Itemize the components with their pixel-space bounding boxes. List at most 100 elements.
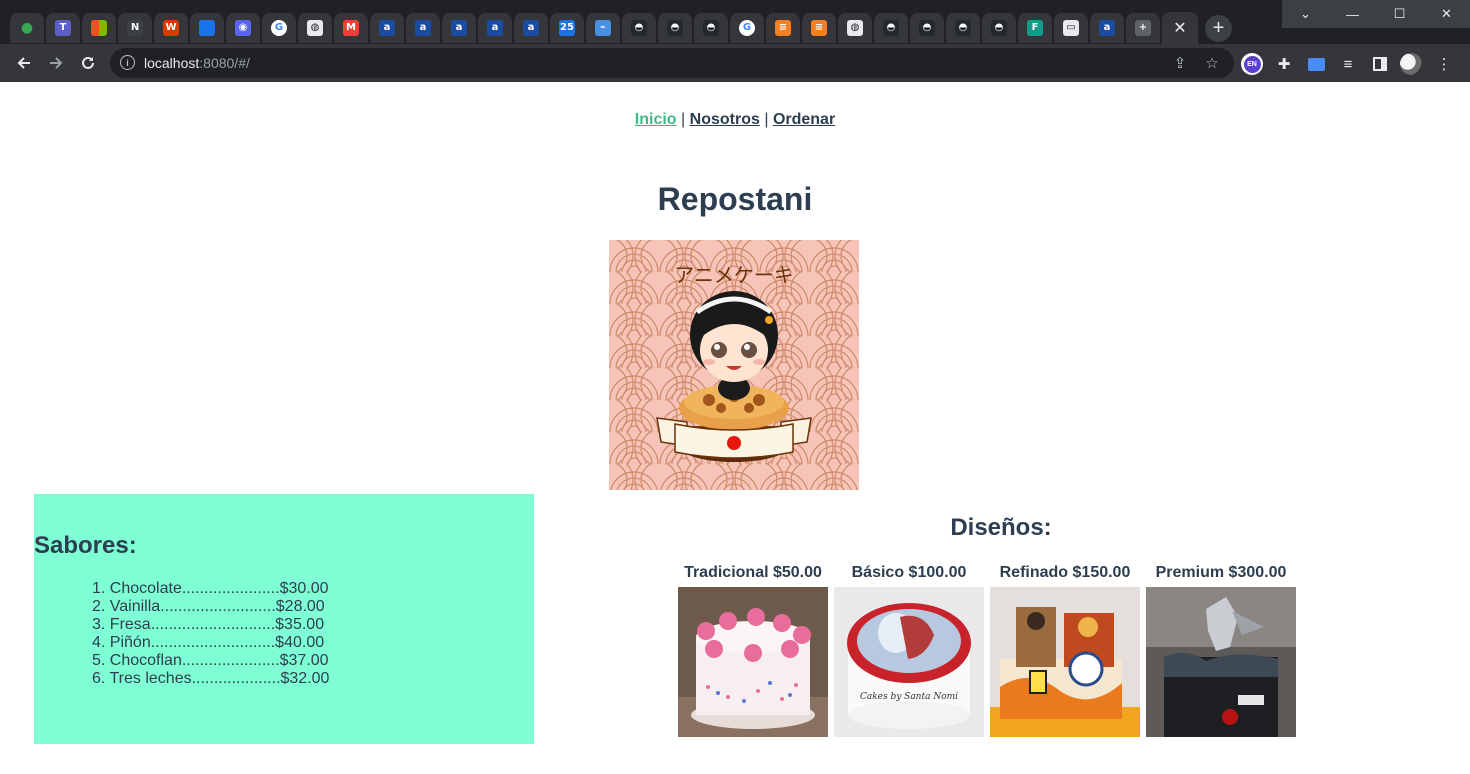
design-label: Refinado $150.00 (999, 564, 1131, 581)
browser-tab[interactable] (190, 13, 224, 43)
figma-icon: F (1027, 20, 1043, 36)
browser-tab[interactable]: a (370, 13, 404, 43)
nav-separator: | (764, 111, 769, 128)
window-icon: ▭ (1063, 20, 1079, 36)
browser-tab[interactable]: ◓ (874, 13, 908, 43)
browser-tab[interactable]: a (1090, 13, 1124, 43)
site-info-icon[interactable]: i (120, 55, 135, 70)
profile-extension-icon[interactable]: EN (1241, 53, 1263, 75)
designs-gallery: Tradicional $50.00 Básico $100.00 Cakes … (675, 564, 1299, 737)
sabores-title: Sabores: (34, 532, 137, 559)
browser-tab[interactable]: a (514, 13, 548, 43)
browser-tab[interactable]: ≡ (802, 13, 836, 43)
browser-tab[interactable]: F (1018, 13, 1052, 43)
page: Inicio | Nosotros | Ordenar Repostani アニ… (2, 82, 1468, 774)
browser-tab[interactable]: ◍ (838, 13, 872, 43)
design-card-premium: Premium $300.00 (1143, 564, 1299, 737)
github-icon: ◓ (883, 20, 899, 36)
browser-tab[interactable] (82, 13, 116, 43)
browser-tab[interactable]: N (118, 13, 152, 43)
app-icon: a (415, 20, 431, 36)
close-window-icon[interactable]: ✕ (1423, 0, 1470, 28)
app-icon: a (451, 20, 467, 36)
browser-tab[interactable]: a (406, 13, 440, 43)
browser-tab[interactable]: 25 (550, 13, 584, 43)
new-tab-button[interactable]: + (1205, 15, 1232, 42)
design-card-refinado: Refinado $150.00 (987, 564, 1143, 737)
minimize-icon[interactable]: — (1329, 0, 1376, 28)
github-icon: ◓ (919, 20, 935, 36)
menu-kebab-icon[interactable]: ⋮ (1433, 53, 1455, 75)
forward-arrow-icon[interactable] (44, 51, 68, 75)
calendar-icon: 25 (559, 20, 575, 36)
flavors-list: 1. Chocolate......................$30.00… (92, 580, 329, 688)
address-bar[interactable]: i localhost:8080/#/ ⇪ ☆ (110, 48, 1234, 78)
notion-icon: N (127, 20, 143, 36)
disenos-title: Diseños: (950, 514, 1052, 541)
list-item: 6. Tres leches....................$32.00 (92, 670, 330, 687)
active-tab[interactable]: ✕ (1162, 12, 1198, 44)
browser-tab[interactable]: ◓ (622, 13, 656, 43)
browser-tab[interactable]: M (334, 13, 368, 43)
discord-icon: ◉ (235, 20, 251, 36)
browser-tab[interactable]: ⌁ (586, 13, 620, 43)
bookmark-star-icon[interactable]: ☆ (1202, 53, 1222, 73)
app-icon: a (379, 20, 395, 36)
profile-badge: EN (1243, 55, 1261, 73)
browser-tab[interactable]: ◓ (694, 13, 728, 43)
share-icon[interactable]: ⇪ (1170, 53, 1190, 73)
browser-tab[interactable]: ◍ (298, 13, 332, 43)
globe-icon: ◍ (307, 20, 323, 36)
github-icon: ◓ (955, 20, 971, 36)
url-text[interactable]: localhost:8080/#/ (144, 55, 250, 71)
list-item: 2. Vainilla..........................$28… (92, 598, 325, 615)
browser-tab[interactable]: T (46, 13, 80, 43)
maximize-icon[interactable]: ☐ (1376, 0, 1423, 28)
close-tab-icon[interactable]: ✕ (1173, 18, 1186, 38)
browser-tab[interactable]: ◓ (910, 13, 944, 43)
url-port-path: :8080/#/ (199, 55, 250, 71)
extensions-puzzle-icon[interactable]: ✚ (1273, 53, 1295, 75)
browser-tab[interactable]: ◉ (226, 13, 260, 43)
logo-image: アニメケーキ (609, 240, 859, 490)
list-item: 5. Chocoflan......................$37.00 (92, 652, 329, 669)
browser-tab[interactable]: a (442, 13, 476, 43)
browser-tab[interactable]: a (478, 13, 512, 43)
browser-tab[interactable]: + (1126, 13, 1160, 43)
browser-tab[interactable]: ◓ (658, 13, 692, 43)
browser-tab[interactable]: ◓ (946, 13, 980, 43)
window-controls: ⌄ — ☐ ✕ (1282, 0, 1470, 28)
nav-separator: | (681, 111, 686, 128)
avatar[interactable] (1400, 53, 1422, 75)
nav-link-nosotros[interactable]: Nosotros (690, 111, 760, 128)
nav-link-ordenar[interactable]: Ordenar (773, 111, 835, 128)
nav-link-inicio[interactable]: Inicio (635, 111, 677, 128)
browser-tab[interactable]: ● (10, 13, 44, 43)
svg-text:Cakes by Santa Nomi: Cakes by Santa Nomi (860, 692, 958, 702)
github-icon: ◓ (703, 20, 719, 36)
browser-tab[interactable]: ≡ (766, 13, 800, 43)
media-queue-icon[interactable]: ≡ (1337, 53, 1359, 75)
reload-icon[interactable] (76, 51, 100, 75)
design-card-tradicional: Tradicional $50.00 (675, 564, 831, 737)
gmail-icon: M (343, 20, 359, 36)
list-item: 4. Piñón............................$40.… (92, 634, 325, 651)
logo-japanese-text: アニメケーキ (674, 263, 794, 287)
browser-tab[interactable]: ▭ (1054, 13, 1088, 43)
browser-tab[interactable]: G (262, 13, 296, 43)
back-arrow-icon[interactable] (12, 51, 36, 75)
cake-image-basico: Cakes by Santa Nomi (834, 587, 984, 737)
browser-tab[interactable]: W (154, 13, 188, 43)
browser-tab[interactable]: G (730, 13, 764, 43)
tab-icon (199, 20, 215, 36)
sabores-panel: Sabores: 1. Chocolate...................… (34, 494, 534, 744)
tab-search-icon[interactable]: ⌄ (1282, 0, 1329, 28)
app-icon: a (523, 20, 539, 36)
github-icon: ◓ (667, 20, 683, 36)
google-icon: G (739, 20, 755, 36)
wifi-icon: ⌁ (595, 20, 611, 36)
cast-icon[interactable] (1305, 53, 1327, 75)
main-nav: Inicio | Nosotros | Ordenar (2, 111, 1468, 129)
browser-tab[interactable]: ◓ (982, 13, 1016, 43)
side-panel-icon[interactable] (1369, 53, 1391, 75)
